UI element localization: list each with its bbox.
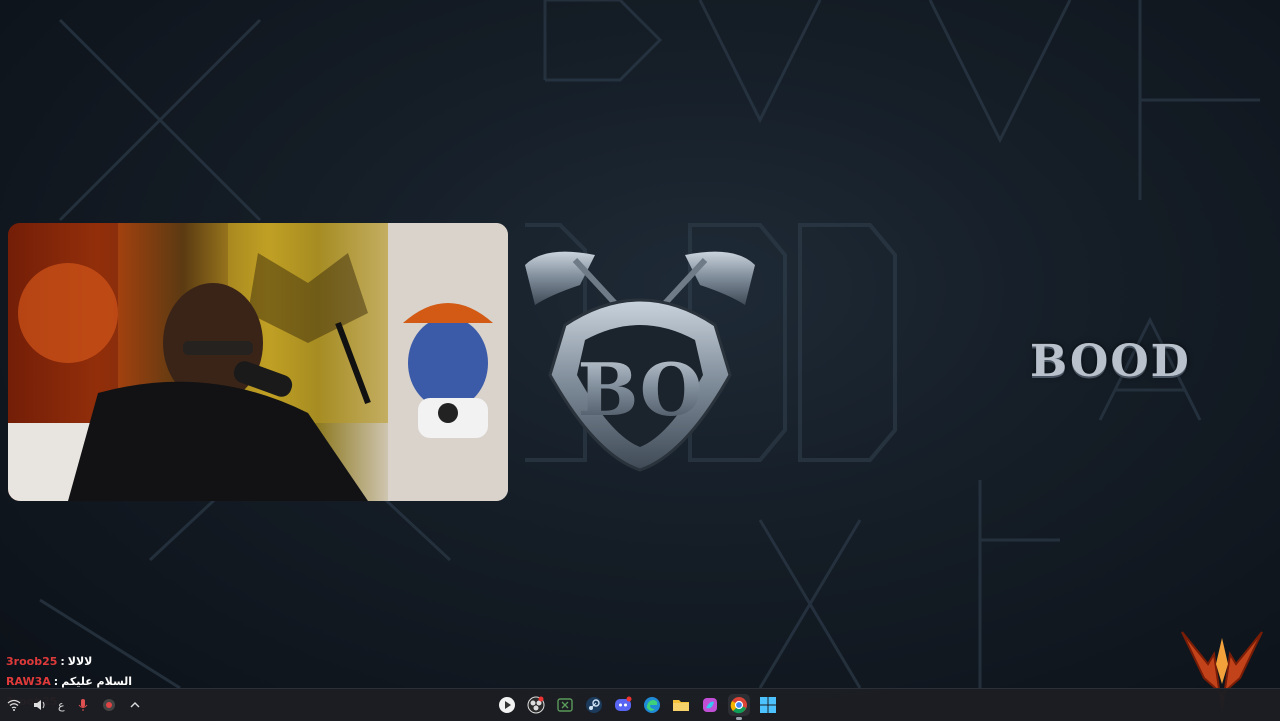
svg-text:BO: BO — [578, 347, 703, 432]
media-player-icon[interactable] — [496, 694, 518, 716]
steam-icon[interactable] — [583, 694, 605, 716]
system-tray: ع — [6, 689, 143, 721]
chat-username: RAW3A — [6, 675, 51, 688]
chat-username: 3roob25 — [6, 655, 58, 668]
chrome-icon[interactable] — [728, 694, 750, 720]
edge-icon[interactable] — [641, 694, 663, 716]
taskbar-apps — [496, 689, 779, 721]
xbox-icon[interactable] — [554, 694, 576, 716]
chat-text: السلام عليكم — [61, 675, 133, 688]
chat-text: لالالا — [67, 655, 93, 668]
copilot-icon[interactable] — [699, 694, 721, 716]
brand-wordmark: BOOD — [1030, 336, 1191, 387]
file-explorer-icon[interactable] — [670, 694, 692, 716]
windows-taskbar: ع — [0, 688, 1280, 721]
chevron-up-icon[interactable] — [127, 697, 143, 713]
app-tray-icon[interactable] — [101, 697, 117, 713]
chat-separator: : — [60, 655, 65, 668]
wifi-icon[interactable] — [6, 697, 22, 713]
obs-icon[interactable] — [525, 694, 547, 716]
volume-icon[interactable] — [32, 697, 48, 713]
webcam-feed — [8, 223, 508, 501]
discord-icon[interactable] — [612, 694, 634, 716]
center-shield-logo: BO — [525, 251, 755, 472]
mic-icon[interactable] — [75, 697, 91, 713]
chat-separator: : — [53, 675, 59, 688]
windows-start-icon[interactable] — [757, 694, 779, 716]
chat-message: 3roob25: لالالا — [6, 652, 306, 672]
keyboard-language[interactable]: ع — [58, 699, 65, 712]
